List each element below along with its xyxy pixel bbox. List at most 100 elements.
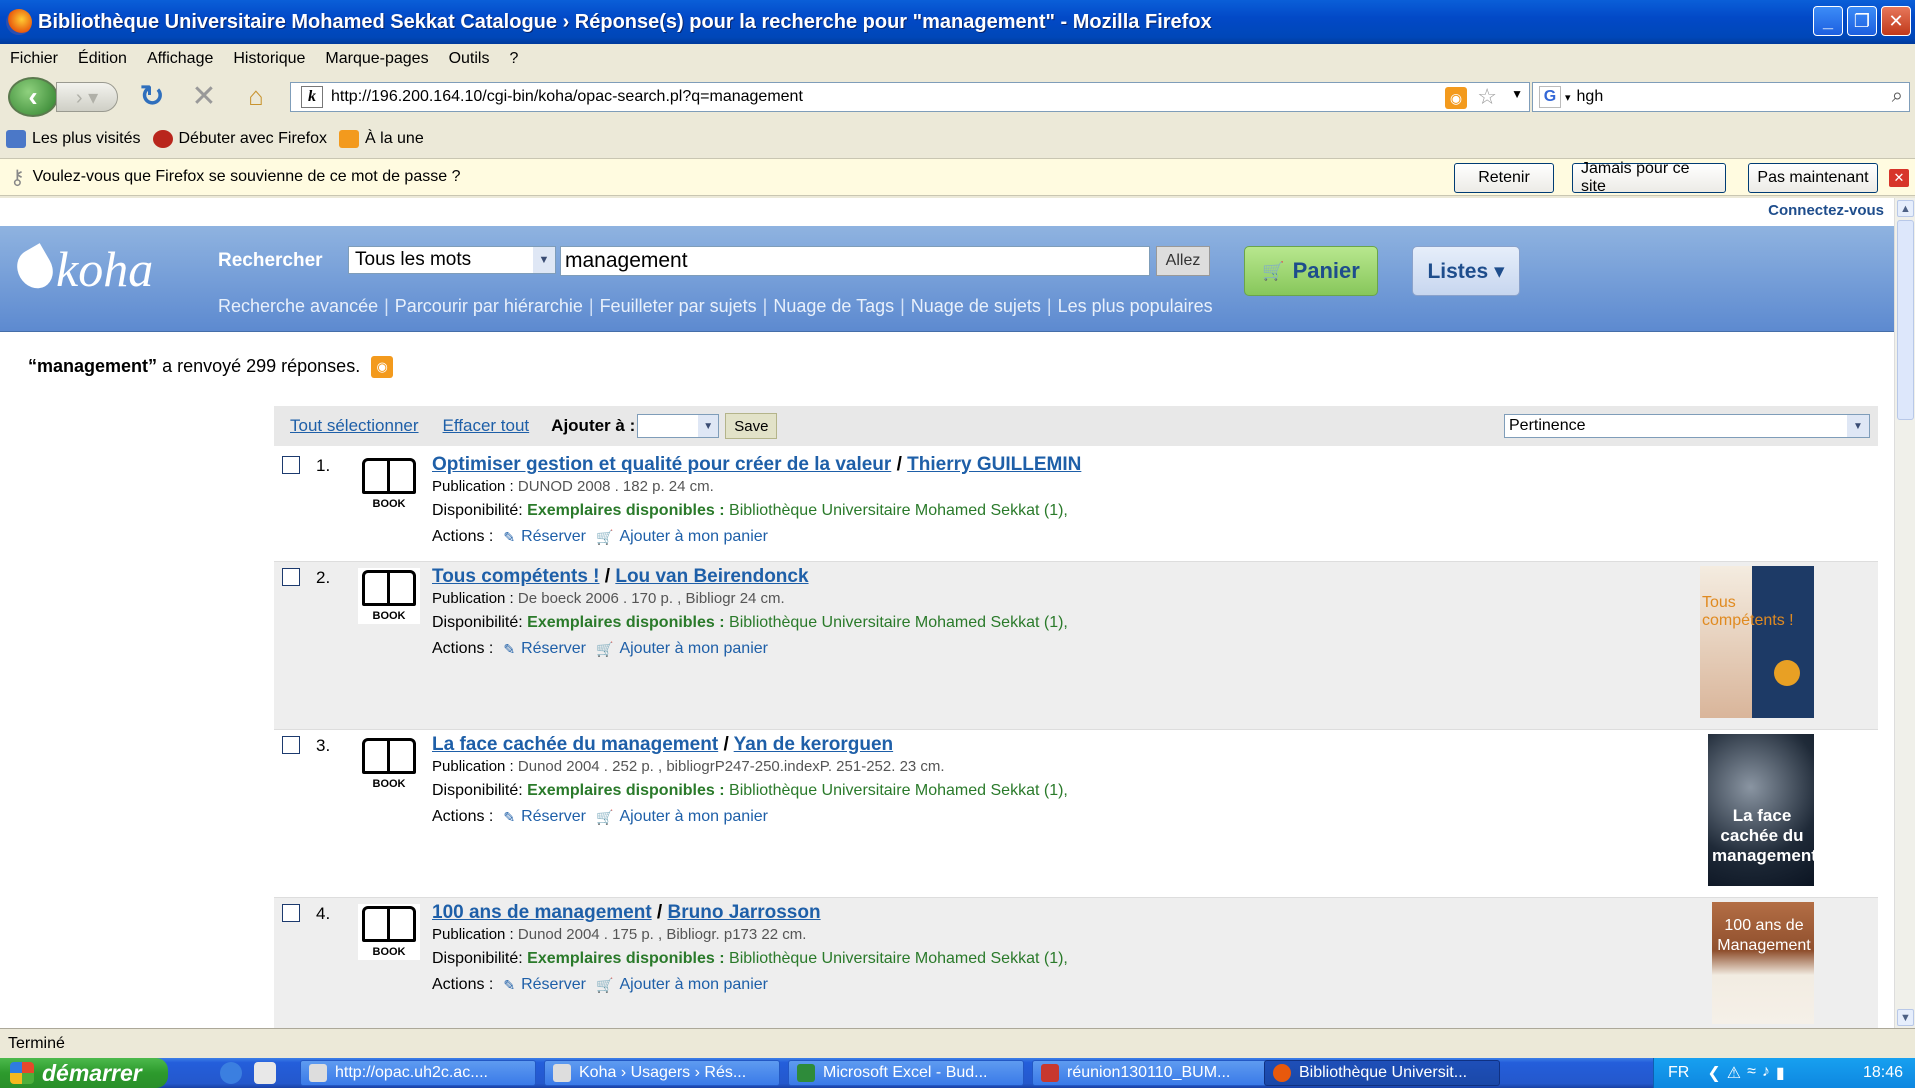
add-to-cart-link[interactable]: 🛒 Ajouter à mon panier <box>596 808 768 826</box>
bookmark-star-icon[interactable]: ☆ <box>1477 84 1497 110</box>
cart-button[interactable]: 🛒 Panier <box>1244 246 1378 296</box>
volume-icon[interactable]: ♪ <box>1762 1063 1770 1083</box>
result-author-link[interactable]: Yan de kerorguen <box>734 734 893 755</box>
taskbar-item[interactable]: réunion130110_BUM... <box>1032 1060 1268 1086</box>
ie-icon[interactable] <box>220 1062 242 1084</box>
menu-marque-pages[interactable]: Marque-pages <box>325 50 428 68</box>
most-popular-link[interactable]: Les plus populaires <box>1058 296 1213 317</box>
menu-fichier[interactable]: Fichier <box>10 50 58 68</box>
menu-outils[interactable]: Outils <box>449 50 490 68</box>
close-icon[interactable]: ✕ <box>1889 169 1909 187</box>
book-cover-image[interactable]: La face cachée du management <box>1708 734 1814 886</box>
reserve-link[interactable]: ✎ Réserver <box>503 808 586 826</box>
scroll-thumb[interactable] <box>1897 220 1914 420</box>
bookmark-most-visited[interactable]: Les plus visités <box>6 130 141 148</box>
url-dropdown-icon[interactable]: ▼ <box>1511 87 1523 101</box>
excel-icon <box>797 1064 815 1082</box>
select-all-link[interactable]: Tout sélectionner <box>290 416 419 436</box>
chevron-down-icon[interactable]: ▼ <box>698 415 719 437</box>
result-author-link[interactable]: Lou van Beirendonck <box>615 566 808 587</box>
warning-icon[interactable]: ⚠ <box>1727 1063 1741 1083</box>
document-icon <box>1041 1064 1059 1082</box>
menu-aide[interactable]: ? <box>509 50 518 68</box>
rss-feed-icon[interactable]: ◉ <box>1445 87 1467 109</box>
network-icon[interactable]: ≈ <box>1747 1063 1756 1083</box>
tray-arrow-icon[interactable]: ❮ <box>1707 1063 1720 1083</box>
windows-logo-icon <box>10 1062 34 1084</box>
engine-dropdown-icon[interactable]: ▾ <box>1565 91 1571 104</box>
result-checkbox[interactable] <box>282 904 300 922</box>
url-bar[interactable]: k http://196.200.164.10/cgi-bin/koha/opa… <box>290 82 1530 112</box>
search-index-select[interactable]: Tous les mots ▼ <box>348 246 556 274</box>
sort-select[interactable]: Pertinence ▼ <box>1504 414 1870 438</box>
result-title-link[interactable]: Optimiser gestion et qualité pour créer … <box>432 454 891 475</box>
bookmark-headlines[interactable]: À la une <box>339 130 424 148</box>
book-cover-image[interactable]: 100 ans de Management <box>1712 902 1814 1024</box>
advanced-search-link[interactable]: Recherche avancée <box>218 296 378 317</box>
query-input[interactable]: management <box>560 246 1150 276</box>
reserve-label: Réserver <box>521 528 586 545</box>
battery-icon[interactable]: ▮ <box>1776 1063 1785 1083</box>
add-to-list-select[interactable]: ▼ <box>637 414 720 438</box>
close-button[interactable]: ✕ <box>1881 6 1911 36</box>
result-checkbox[interactable] <box>282 456 300 474</box>
result-author-link[interactable]: Thierry GUILLEMIN <box>907 454 1081 475</box>
bookmark-getting-started[interactable]: Débuter avec Firefox <box>152 130 327 148</box>
minimize-button[interactable]: _ <box>1813 6 1843 36</box>
start-button[interactable]: démarrer <box>0 1058 168 1088</box>
stop-icon[interactable]: ✕ <box>188 80 220 113</box>
reload-icon[interactable]: ↻ <box>136 80 168 113</box>
reserve-link[interactable]: ✎ Réserver <box>503 976 586 994</box>
result-checkbox[interactable] <box>282 568 300 586</box>
reserve-link[interactable]: ✎ Réserver <box>503 528 586 546</box>
not-now-button[interactable]: Pas maintenant <box>1748 163 1878 193</box>
google-icon[interactable]: G <box>1539 86 1561 108</box>
login-link[interactable]: Connectez-vous <box>1768 202 1884 219</box>
remember-button[interactable]: Retenir <box>1454 163 1554 193</box>
menu-affichage[interactable]: Affichage <box>147 50 213 68</box>
taskbar-item[interactable]: http://opac.uh2c.ac.... <box>300 1060 536 1086</box>
result-author-link[interactable]: Bruno Jarrosson <box>668 902 821 923</box>
taskbar-item[interactable]: Microsoft Excel - Bud... <box>788 1060 1024 1086</box>
reserve-link[interactable]: ✎ Réserver <box>503 640 586 658</box>
add-to-cart-link[interactable]: 🛒 Ajouter à mon panier <box>596 976 768 994</box>
maximize-button[interactable]: ❐ <box>1847 6 1877 36</box>
result-title-link[interactable]: 100 ans de management <box>432 902 652 923</box>
language-indicator[interactable]: FR <box>1668 1064 1689 1082</box>
save-button[interactable]: Save <box>725 413 778 439</box>
chevron-down-icon[interactable]: ▼ <box>1847 415 1869 437</box>
koha-logo[interactable]: koha <box>10 240 153 298</box>
taskbar-item-active[interactable]: Bibliothèque Universit... <box>1264 1060 1500 1086</box>
search-input[interactable]: hgh <box>1577 88 1604 106</box>
url-text[interactable]: http://196.200.164.10/cgi-bin/koha/opac-… <box>331 88 803 106</box>
taskbar-item[interactable]: Koha › Usagers › Rés... <box>544 1060 780 1086</box>
menu-historique[interactable]: Historique <box>233 50 305 68</box>
lists-button[interactable]: Listes ▾ <box>1412 246 1520 296</box>
chevron-down-icon[interactable]: ▼ <box>533 247 555 273</box>
result-checkbox[interactable] <box>282 736 300 754</box>
go-button[interactable]: Allez <box>1156 246 1210 276</box>
back-button[interactable]: ‹ <box>8 77 58 117</box>
search-icon[interactable]: ⌕ <box>1892 85 1903 108</box>
rss-feed-icon[interactable]: ◉ <box>371 356 394 379</box>
browse-hierarchy-link[interactable]: Parcourir par hiérarchie <box>395 296 583 317</box>
availability: Disponibilité: Exemplaires disponibles :… <box>432 614 1068 632</box>
tag-cloud-link[interactable]: Nuage de Tags <box>773 296 894 317</box>
never-for-site-button[interactable]: Jamais pour ce site <box>1572 160 1726 195</box>
add-to-cart-link[interactable]: 🛒 Ajouter à mon panier <box>596 528 768 546</box>
menu-edition[interactable]: Édition <box>78 50 127 68</box>
add-to-cart-link[interactable]: 🛒 Ajouter à mon panier <box>596 640 768 658</box>
clear-all-link[interactable]: Effacer tout <box>443 416 530 436</box>
home-icon[interactable]: ⌂ <box>240 80 272 112</box>
result-title-link[interactable]: La face cachée du management <box>432 734 718 755</box>
scroll-down-icon[interactable]: ▼ <box>1897 1009 1914 1026</box>
vertical-scrollbar[interactable]: ▲ ▼ <box>1894 198 1915 1028</box>
search-bar[interactable]: G ▾ hgh ⌕ <box>1532 82 1910 112</box>
browse-subjects-link[interactable]: Feuilleter par sujets <box>600 296 757 317</box>
forward-button[interactable]: › ▾ <box>56 82 118 112</box>
quicklaunch-icon[interactable] <box>254 1062 276 1084</box>
scroll-up-icon[interactable]: ▲ <box>1897 200 1914 217</box>
book-cover-image[interactable]: Tous compétents ! <box>1700 566 1814 718</box>
subject-cloud-link[interactable]: Nuage de sujets <box>911 296 1041 317</box>
result-title-link[interactable]: Tous compétents ! <box>432 566 600 587</box>
